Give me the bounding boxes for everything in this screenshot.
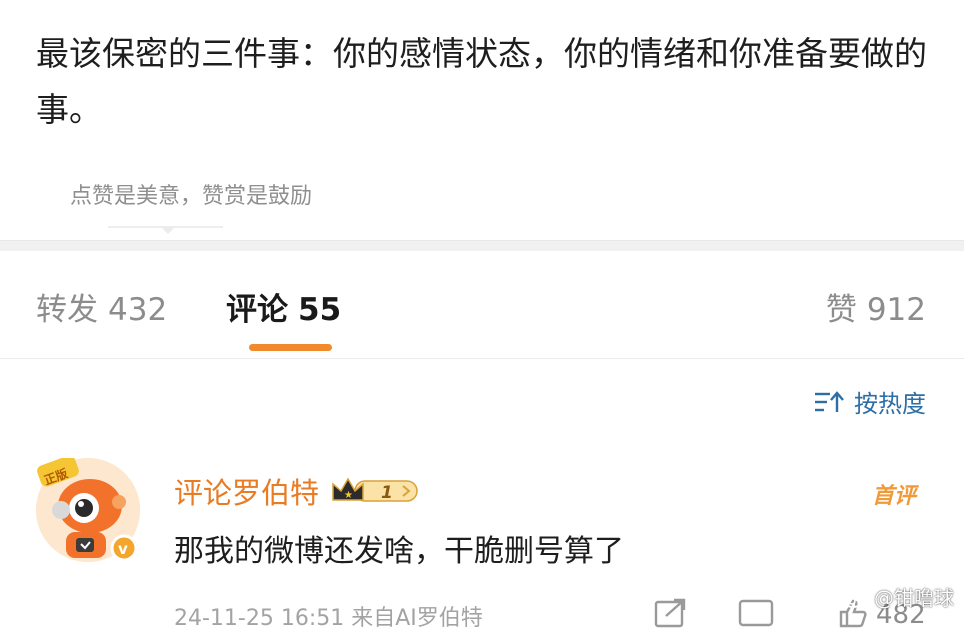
watermark-text: @钳噜球 [874, 586, 954, 610]
weibo-logo-icon [842, 587, 867, 608]
tab-like-count: 912 [866, 292, 926, 328]
tab-comment[interactable]: 评论 55 [226, 284, 341, 329]
comment-author-row: 评论罗伯特 ★ 1 [174, 470, 423, 512]
svg-text:★: ★ [344, 490, 353, 501]
tab-repost[interactable]: 转发 432 [36, 284, 167, 329]
avatar[interactable]: 正版 v [36, 458, 140, 562]
reward-notch [160, 226, 176, 234]
robot-avatar-icon: 正版 v [36, 458, 140, 562]
comment-text: 那我的微博还发啥，干脆删号算了 [174, 534, 624, 569]
badge-level: 1 [381, 483, 393, 503]
tab-like-label: 赞 [825, 292, 857, 328]
tabs-divider [0, 358, 964, 359]
tab-repost-count: 432 [108, 292, 168, 328]
tab-comment-label: 评论 [226, 292, 288, 328]
tab-comment-count: 55 [298, 292, 342, 328]
tab-like[interactable]: 赞 912 [826, 284, 926, 329]
watermark: @钳噜球 [842, 582, 954, 611]
reward-hint[interactable]: 点赞是美意，赞赏是鼓励 [70, 178, 312, 210]
post-text: 最该保密的三件事：你的感情状态，你的情绪和你准备要做的事。 [36, 34, 927, 129]
sort-icon [815, 390, 844, 412]
svg-text:v: v [118, 540, 128, 558]
sort-label: 按热度 [854, 390, 926, 418]
member-crown-badge-icon[interactable]: ★ 1 [329, 474, 423, 508]
section-divider [0, 240, 964, 251]
first-comment-tag: 首评 [871, 484, 916, 509]
sort-by-hot-button[interactable]: 按热度 [814, 384, 926, 419]
comment-author[interactable]: 评论罗伯特 [174, 470, 319, 512]
comment-meta: 24-11-25 16:51 来自AI罗伯特 [174, 606, 483, 631]
active-tab-indicator [249, 344, 332, 351]
tab-repost-label: 转发 [36, 292, 98, 328]
share-icon[interactable] [654, 598, 688, 628]
comment-icon[interactable] [738, 598, 774, 628]
